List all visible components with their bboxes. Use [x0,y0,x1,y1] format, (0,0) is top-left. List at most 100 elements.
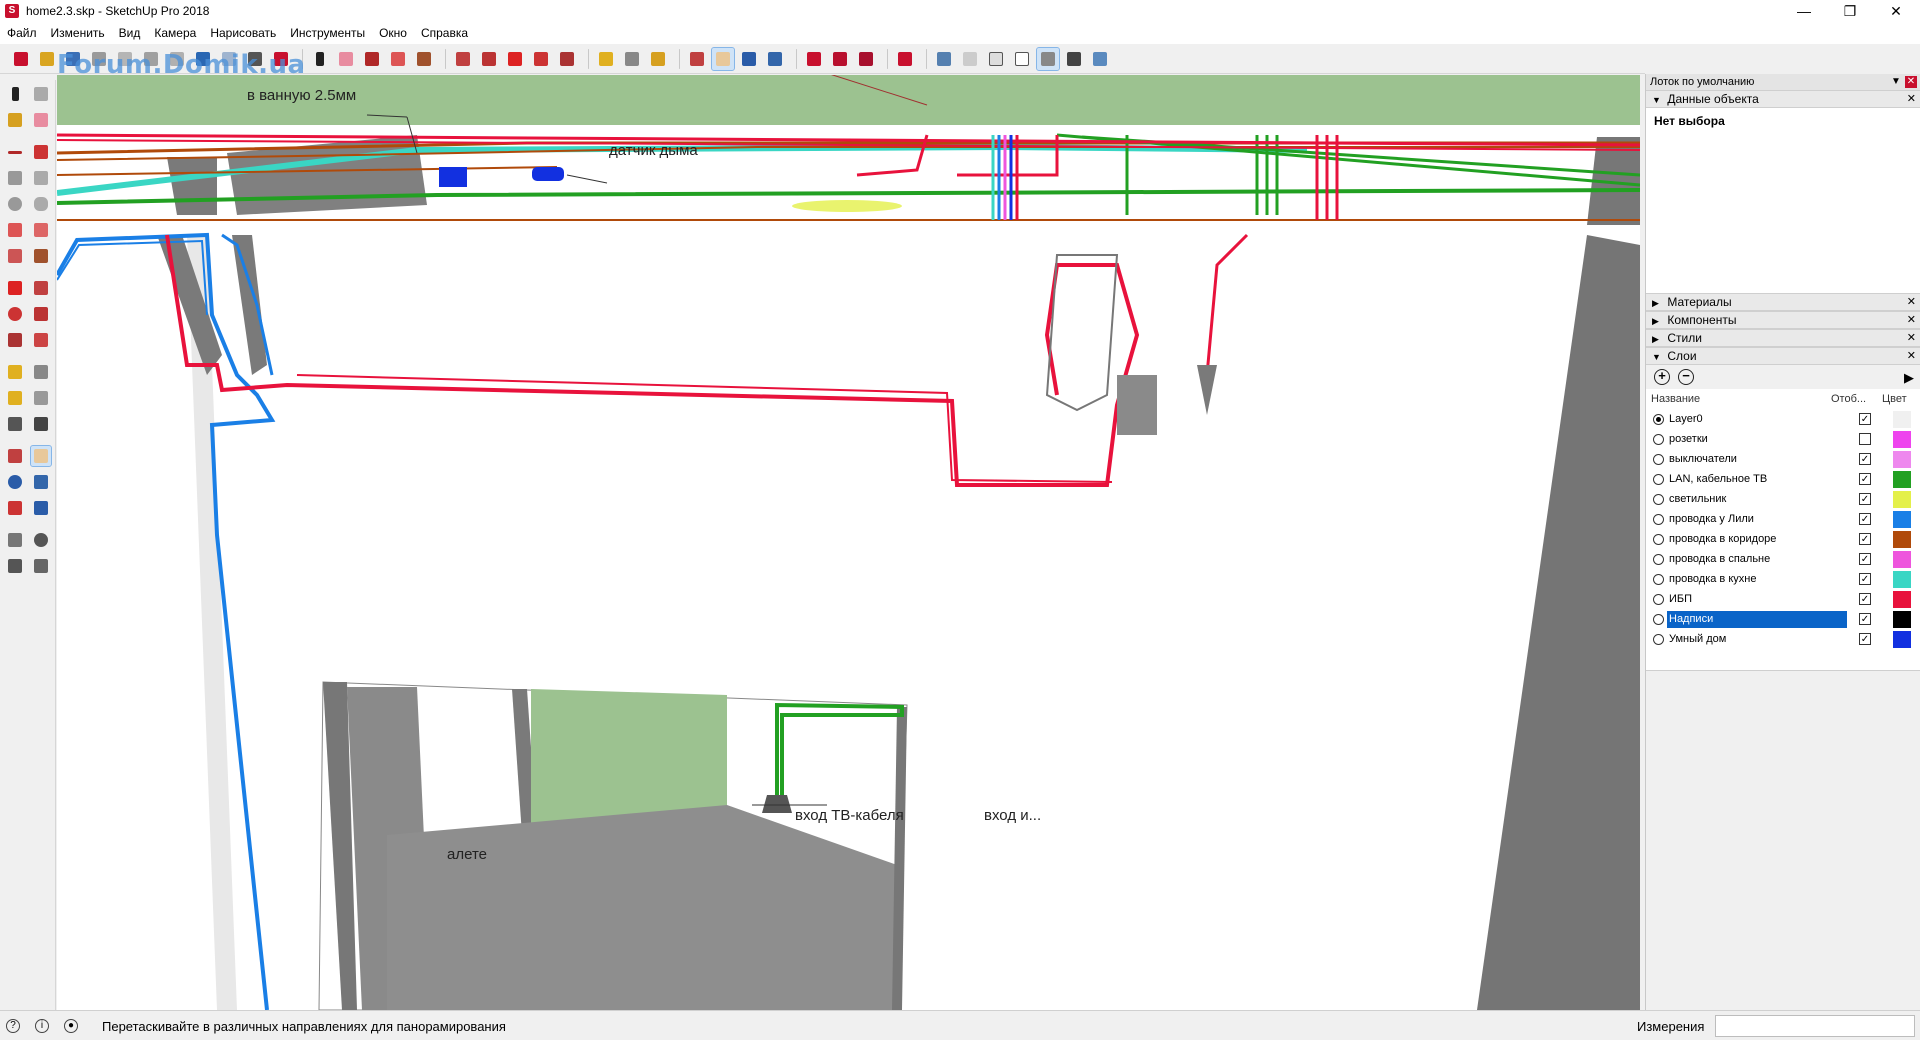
layer-visible-checkbox[interactable]: ✓ [1859,453,1871,465]
text-icon[interactable] [31,388,51,408]
layer-visible-checkbox[interactable] [1859,433,1871,445]
close-icon[interactable]: ✕ [1907,348,1916,365]
orbit-icon[interactable] [686,48,708,70]
active-layer-radio[interactable] [1653,513,1664,525]
section-plane-icon[interactable] [31,556,51,576]
measurements-input[interactable] [1715,1015,1915,1037]
rotate-icon[interactable] [5,304,25,324]
layer-color-swatch[interactable] [1893,590,1911,608]
active-layer-radio[interactable] [1653,533,1664,545]
arc-icon[interactable] [387,48,409,70]
layer-row[interactable]: LAN, кабельное ТВ ✓ [1646,469,1920,489]
pan-icon[interactable] [30,445,52,467]
back-edges-icon[interactable] [959,48,981,70]
layer-visible-checkbox[interactable]: ✓ [1859,493,1871,505]
close-button[interactable]: ✕ [1873,0,1919,22]
dimension-icon[interactable] [31,362,51,382]
arc-icon[interactable] [5,220,25,240]
active-layer-radio[interactable] [1653,473,1664,485]
layer-name[interactable]: Надписи [1667,610,1847,628]
three-point-arc-icon[interactable] [5,246,25,266]
layer-visible-checkbox[interactable]: ✓ [1859,613,1871,625]
component-icon[interactable] [31,84,51,104]
layer-visible-checkbox[interactable]: ✓ [1859,573,1871,585]
panel-entity-info[interactable]: ▼ Данные объекта ✕ [1646,90,1920,108]
layer-visible-checkbox[interactable]: ✓ [1859,553,1871,565]
active-layer-radio[interactable] [1653,453,1664,465]
close-icon[interactable]: ✕ [1907,330,1916,347]
hidden-line-icon[interactable] [1011,48,1033,70]
credits-icon[interactable]: i [35,1019,49,1033]
layer-row[interactable]: розетки [1646,429,1920,449]
layer-visible-checkbox[interactable]: ✓ [1859,413,1871,425]
layer-name[interactable]: проводка в спальне [1667,551,1847,568]
menu-tools[interactable]: Инструменты [290,26,365,40]
close-icon[interactable]: ✕ [1907,312,1916,329]
minimize-button[interactable]: — [1781,0,1827,22]
freehand-icon[interactable] [31,142,51,162]
layer-visible-checkbox[interactable]: ✓ [1859,533,1871,545]
layer-color-swatch[interactable] [1893,510,1911,528]
scale-icon[interactable] [556,48,578,70]
geo-location-icon[interactable]: ? [6,1019,20,1033]
paint-bucket-icon[interactable] [647,48,669,70]
layer-color-swatch[interactable] [1893,630,1911,648]
previous-view-icon[interactable] [31,498,51,518]
share-model-icon[interactable] [829,48,851,70]
axes-icon[interactable] [5,414,25,434]
tape-measure-icon[interactable] [595,48,617,70]
walk-icon[interactable] [5,556,25,576]
line-icon[interactable] [361,48,383,70]
polygon-icon[interactable] [31,194,51,214]
layer-visible-checkbox[interactable]: ✓ [1859,513,1871,525]
col-name[interactable]: Название [1646,393,1831,405]
layer-color-swatch[interactable] [1893,410,1911,428]
offset-icon[interactable] [478,48,500,70]
layer-row[interactable]: выключатели ✓ [1646,449,1920,469]
protractor-icon[interactable] [5,388,25,408]
layer-color-swatch[interactable] [1893,490,1911,508]
layer-row[interactable]: светильник ✓ [1646,489,1920,509]
layer-name[interactable]: выключатели [1667,451,1847,468]
text-icon[interactable] [621,48,643,70]
shape-icon[interactable] [413,48,435,70]
details-arrow-icon[interactable]: ▶ [1904,370,1914,386]
layer-name[interactable]: ИБП [1667,591,1847,608]
layer-color-swatch[interactable] [1893,530,1911,548]
two-point-arc-icon[interactable] [31,220,51,240]
3d-text-icon[interactable] [31,414,51,434]
menu-view[interactable]: Вид [119,26,141,40]
follow-me-icon[interactable] [31,304,51,324]
layer-row[interactable]: проводка у Лили ✓ [1646,509,1920,529]
move-icon[interactable] [5,278,25,298]
layer-row[interactable]: Layer0 ✓ [1646,409,1920,429]
menu-help[interactable]: Справка [421,26,468,40]
add-layer-icon[interactable]: + [1654,369,1670,385]
move-icon[interactable] [504,48,526,70]
layer-row[interactable]: ИБП ✓ [1646,589,1920,609]
monochrome-icon[interactable] [1089,48,1111,70]
warehouse-icon[interactable] [803,48,825,70]
layer-name[interactable]: светильник [1667,491,1847,508]
getting-started-icon[interactable] [10,48,32,70]
active-layer-radio[interactable] [1653,593,1664,605]
layer-color-swatch[interactable] [1893,570,1911,588]
active-layer-radio[interactable] [1653,413,1664,425]
eraser-icon[interactable] [31,110,51,130]
layer-row[interactable]: Умный дом ✓ [1646,629,1920,649]
pin-icon[interactable]: ▼ [1890,76,1902,88]
layer-name[interactable]: LAN, кабельное ТВ [1667,471,1847,488]
layer-color-swatch[interactable] [1893,470,1911,488]
active-layer-radio[interactable] [1653,633,1664,645]
zoom-icon[interactable] [5,472,25,492]
active-layer-radio[interactable] [1653,613,1664,625]
panel-materials[interactable]: ▶ Материалы ✕ [1646,293,1920,311]
select-icon[interactable] [5,84,25,104]
layer-visible-checkbox[interactable]: ✓ [1859,593,1871,605]
active-layer-radio[interactable] [1653,553,1664,565]
select-icon[interactable] [309,48,331,70]
shaded-textures-icon[interactable] [1063,48,1085,70]
menu-camera[interactable]: Камера [154,26,196,40]
layer-name[interactable]: розетки [1667,431,1847,448]
close-icon[interactable]: ✕ [1905,76,1917,88]
